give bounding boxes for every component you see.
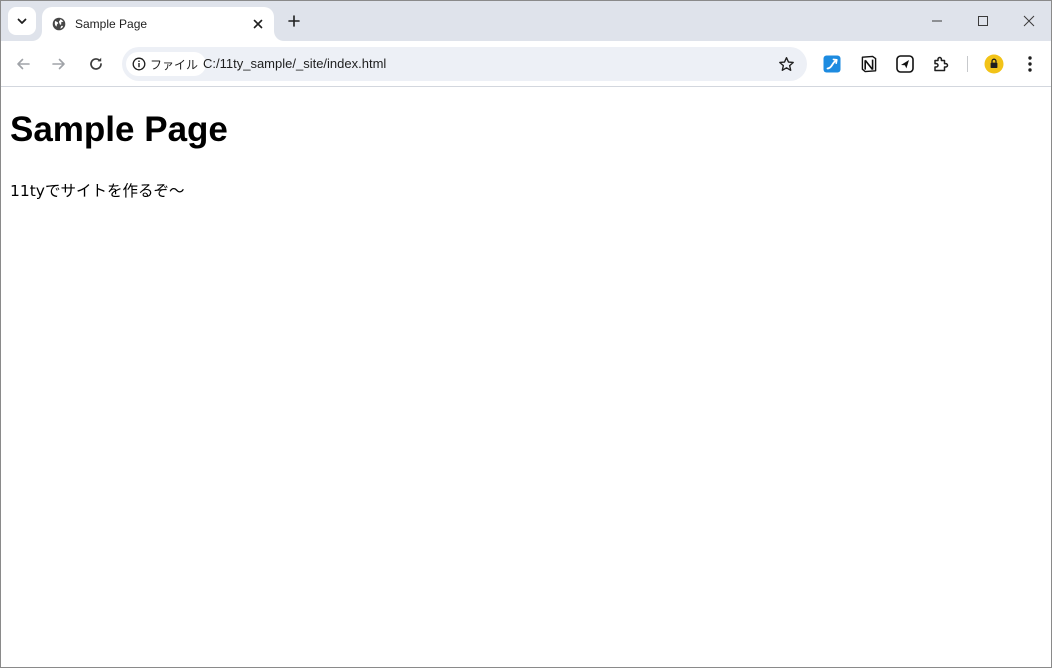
extensions-button[interactable]	[930, 53, 952, 75]
info-icon	[132, 57, 146, 71]
puzzle-icon	[934, 56, 949, 72]
toolbar-separator	[967, 56, 968, 72]
minimize-button[interactable]	[914, 1, 960, 41]
new-tab-button[interactable]	[282, 9, 306, 33]
page-viewport: Sample Page 11tyでサイトを作るぞ〜	[1, 88, 1051, 667]
browser-window: Sample Page ファイル C:/11ty_sample/_site/in…	[0, 0, 1052, 668]
reload-button[interactable]	[80, 48, 112, 80]
back-button[interactable]	[7, 48, 39, 80]
chevron-down-icon	[17, 18, 27, 24]
translate-extension-icon	[823, 55, 841, 73]
tab-strip: Sample Page	[1, 1, 1051, 41]
bookmark-button[interactable]	[775, 53, 797, 75]
close-window-button[interactable]	[1006, 1, 1051, 41]
site-info-chip[interactable]: ファイル	[126, 52, 207, 76]
extension-translate-button[interactable]	[821, 53, 843, 75]
reload-icon	[90, 57, 102, 70]
maximize-button[interactable]	[960, 1, 1006, 41]
close-window-icon	[1023, 15, 1035, 27]
tab-title: Sample Page	[75, 17, 148, 31]
profile-button[interactable]	[983, 53, 1005, 75]
browser-menu-button[interactable]	[1019, 53, 1041, 75]
extension-notion-button[interactable]	[858, 53, 880, 75]
arrow-left-icon	[17, 58, 30, 70]
close-icon[interactable]	[248, 14, 268, 34]
plus-icon	[288, 15, 300, 27]
tab-sample-page[interactable]: Sample Page	[42, 7, 274, 41]
page-paragraph: 11tyでサイトを作るぞ〜	[10, 182, 185, 200]
forward-button[interactable]	[43, 48, 75, 80]
page-heading: Sample Page	[10, 110, 228, 149]
url-text[interactable]: C:/11ty_sample/_site/index.html	[203, 56, 386, 71]
minimize-icon	[932, 20, 942, 22]
notion-icon	[861, 55, 877, 73]
globe-icon	[51, 16, 67, 32]
maximize-icon	[978, 16, 988, 26]
browser-toolbar: ファイル C:/11ty_sample/_site/index.html	[1, 41, 1051, 87]
kebab-menu-icon	[1028, 56, 1032, 72]
star-icon	[778, 56, 794, 71]
profile-avatar-icon	[984, 54, 1004, 74]
send-icon	[896, 55, 914, 73]
extension-send-button[interactable]	[894, 53, 916, 75]
address-bar[interactable]: ファイル C:/11ty_sample/_site/index.html	[122, 47, 807, 81]
site-chip-label: ファイル	[150, 57, 199, 72]
arrow-right-icon	[52, 58, 65, 70]
